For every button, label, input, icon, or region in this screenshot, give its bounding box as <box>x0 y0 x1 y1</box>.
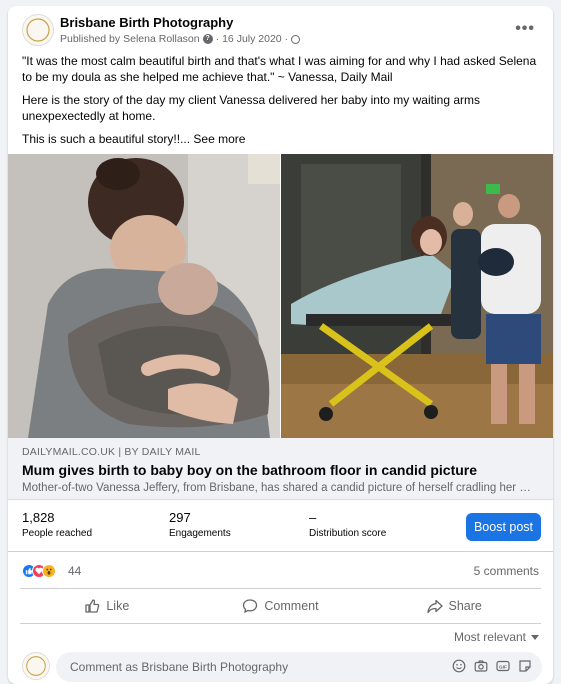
post-paragraph-1: "It was the most calm beautiful birth an… <box>22 54 537 84</box>
comment-composer: GIF <box>22 652 542 682</box>
like-label: Like <box>106 599 130 613</box>
question-icon[interactable]: ? <box>202 34 213 44</box>
photo-mother-with-newborn[interactable] <box>8 154 280 438</box>
meta-separator-2: · <box>284 33 289 45</box>
comment-sort-dropdown[interactable]: Most relevant <box>454 630 539 644</box>
ambulance-illustration <box>281 154 553 438</box>
more-options-button[interactable]: ••• <box>515 20 535 38</box>
published-prefix: Published by <box>60 33 121 45</box>
people-reached-label: People reached <box>22 528 93 539</box>
link-headline[interactable]: Mum gives birth to baby boy on the bathr… <box>22 462 477 478</box>
like-button[interactable]: Like <box>20 589 194 623</box>
share-icon <box>426 599 443 614</box>
comment-tools: GIF <box>452 659 532 673</box>
engagements-stat[interactable]: 297 Engagements <box>169 510 231 539</box>
comment-label: Comment <box>264 599 319 613</box>
distribution-stat[interactable]: – Distribution score <box>309 510 386 539</box>
page-name[interactable]: Brisbane Birth Photography <box>60 15 233 30</box>
post-paragraph-3: This is such a beautiful story!!... See … <box>22 131 542 147</box>
reaction-icons[interactable] <box>22 564 56 578</box>
thumbs-up-icon <box>85 599 100 613</box>
comments-count[interactable]: 5 comments <box>474 564 539 578</box>
link-media[interactable] <box>8 154 553 438</box>
boost-post-button[interactable]: Boost post <box>466 513 541 541</box>
chevron-down-icon <box>531 634 539 640</box>
meta-separator: · <box>215 33 220 45</box>
post-card: Brisbane Birth Photography Published by … <box>8 6 553 684</box>
reaction-count[interactable]: 44 <box>68 564 81 578</box>
page-avatar[interactable] <box>22 14 54 46</box>
gif-icon[interactable]: GIF <box>496 659 510 673</box>
post-meta: Published by Selena Rollason ? · 16 July… <box>60 33 301 45</box>
emoji-icon[interactable] <box>452 659 466 673</box>
reactions-bar: 44 5 comments <box>8 552 553 588</box>
post-paragraph-2: Here is the story of the day my client V… <box>22 93 480 123</box>
link-source: DAILYMAIL.CO.UK | BY DAILY MAIL <box>22 446 201 458</box>
commenter-avatar[interactable] <box>22 652 50 680</box>
share-button[interactable]: Share <box>367 589 541 623</box>
see-more-link[interactable]: See more <box>193 132 245 146</box>
post-paragraph-3-text: This is such a beautiful story!!... <box>22 132 191 146</box>
people-reached-value: 1,828 <box>22 510 55 525</box>
page-logo-icon <box>26 656 46 676</box>
share-label: Share <box>448 599 482 613</box>
author-name[interactable]: Selena Rollason <box>123 33 199 45</box>
distribution-value: – <box>309 510 317 525</box>
action-bar: Like Comment Share <box>20 588 541 624</box>
engagements-label: Engagements <box>169 528 231 539</box>
distribution-label: Distribution score <box>309 528 387 539</box>
globe-icon <box>291 34 301 44</box>
camera-icon[interactable] <box>474 659 488 673</box>
comment-icon <box>243 599 258 614</box>
post-text: "It was the most calm beautiful birth an… <box>22 53 542 154</box>
comment-button[interactable]: Comment <box>194 589 368 623</box>
mother-newborn-illustration <box>8 154 280 438</box>
link-preview[interactable]: DAILYMAIL.CO.UK | BY DAILY MAIL Mum give… <box>8 438 553 500</box>
engagements-value: 297 <box>169 510 191 525</box>
photo-ambulance-stretcher[interactable] <box>281 154 553 438</box>
sticker-icon[interactable] <box>518 659 532 673</box>
link-description: Mother-of-two Vanessa Jeffery, from Bris… <box>22 482 537 494</box>
post-date[interactable]: 16 July 2020 <box>222 33 282 45</box>
sort-label: Most relevant <box>453 630 526 644</box>
insights-bar: 1,828 People reached 297 Engagements – D… <box>8 500 553 552</box>
svg-text:GIF: GIF <box>499 664 507 669</box>
post-header: Brisbane Birth Photography Published by … <box>8 6 553 50</box>
people-reached-stat[interactable]: 1,828 People reached <box>22 510 92 539</box>
page-logo-icon <box>26 18 50 42</box>
wow-icon <box>42 564 56 578</box>
